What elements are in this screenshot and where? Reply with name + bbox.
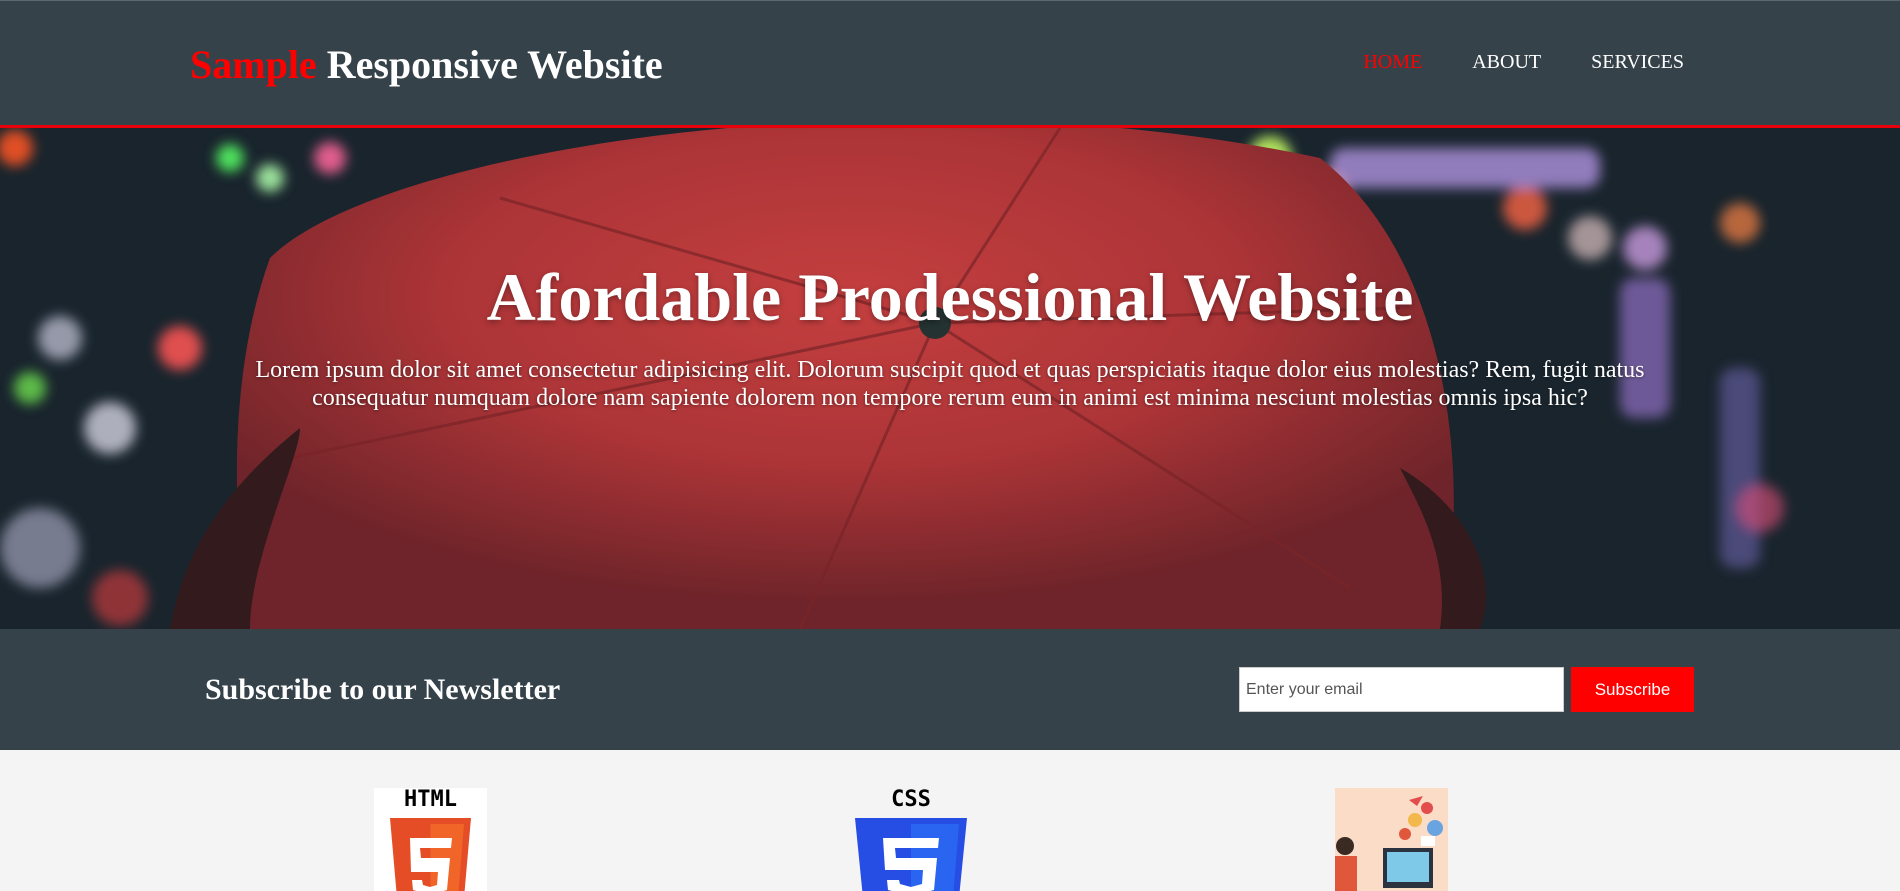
newsletter-heading: Subscribe to our Newsletter xyxy=(205,673,561,706)
feature-boxes: HTML CSS xyxy=(0,750,1900,891)
illustration-graphic xyxy=(1335,788,1448,891)
css3-logo-icon: CSS xyxy=(855,787,967,891)
site-header: Sample Responsive Website HOME ABOUT SER… xyxy=(0,0,1900,128)
nav-about-link[interactable]: ABOUT xyxy=(1472,51,1541,74)
nav-services-link[interactable]: SERVICES xyxy=(1591,51,1684,74)
hero-description: Lorem ipsum dolor sit amet consectetur a… xyxy=(255,357,1645,411)
css-label: CSS xyxy=(891,787,931,812)
html5-logo-icon: HTML xyxy=(374,787,487,891)
email-input[interactable] xyxy=(1239,667,1564,712)
hero-title: Afordable Prodessional Website xyxy=(486,259,1414,335)
brand-text: Responsive Website xyxy=(326,42,663,87)
hero-showcase: Afordable Prodessional Website Lorem ips… xyxy=(0,128,1900,629)
html-label: HTML xyxy=(404,787,457,812)
brand-highlight: Sample xyxy=(190,42,317,87)
web-design-illustration xyxy=(1335,788,1448,891)
nav-home-link[interactable]: HOME xyxy=(1363,51,1422,74)
newsletter-section: Subscribe to our Newsletter Subscribe xyxy=(0,629,1900,750)
site-logo[interactable]: Sample Responsive Website xyxy=(190,41,663,88)
main-nav: HOME ABOUT SERVICES xyxy=(1363,51,1684,74)
subscribe-button[interactable]: Subscribe xyxy=(1571,667,1694,712)
